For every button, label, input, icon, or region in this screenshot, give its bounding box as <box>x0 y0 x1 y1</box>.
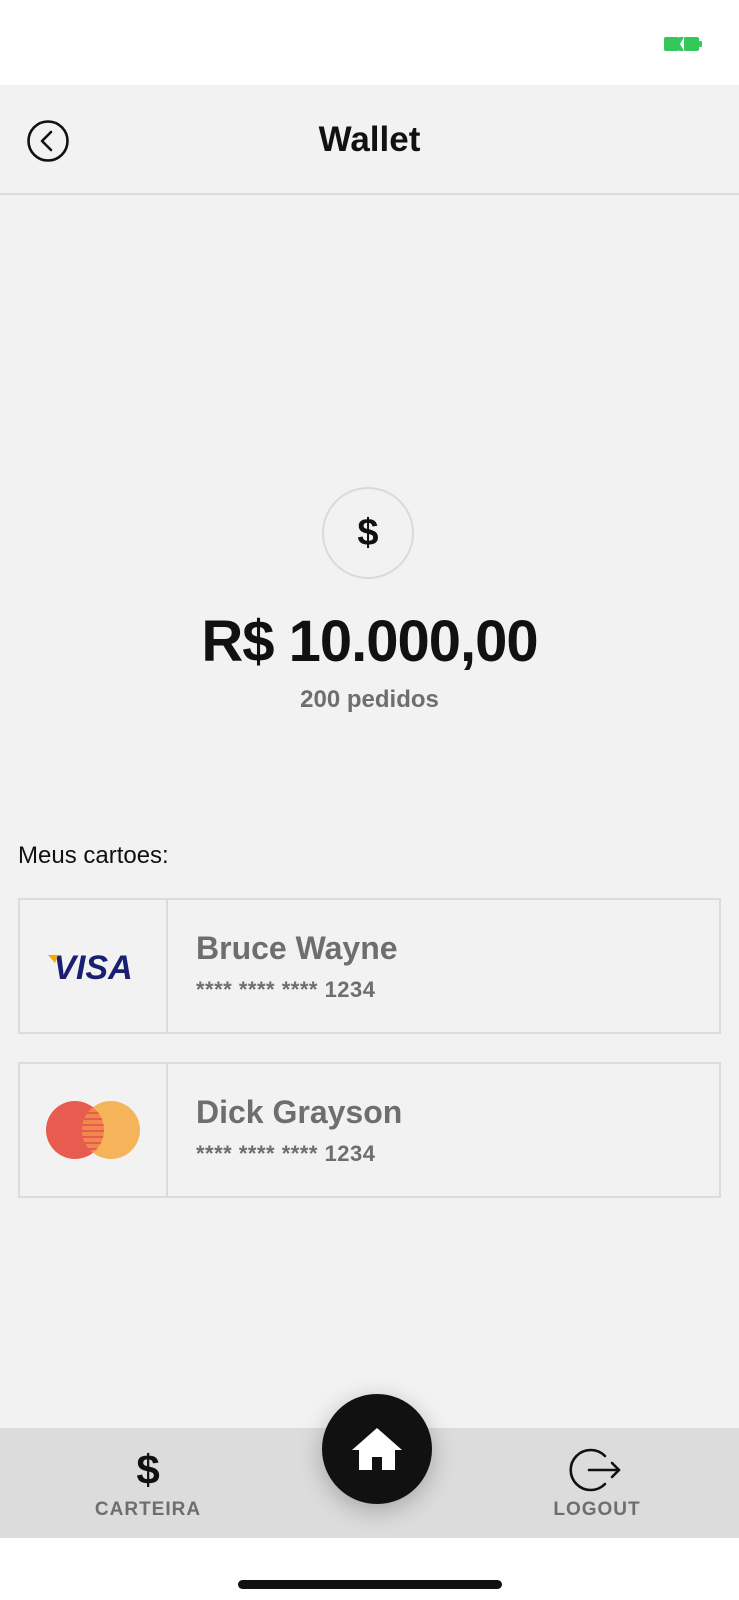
card-number: **** **** **** 1234 <box>196 1141 376 1166</box>
home-button[interactable] <box>322 1394 432 1504</box>
header: Wallet <box>0 85 739 195</box>
visa-logo-icon: VISA <box>48 949 133 983</box>
svg-text:VISA: VISA <box>53 949 132 983</box>
nav-wallet-label: CARTEIRA <box>94 1499 202 1520</box>
orders-count: 200 pedidos <box>300 686 439 713</box>
card-number: **** **** **** 1234 <box>196 977 376 1002</box>
card-holder-name: Dick Grayson <box>196 1094 403 1130</box>
nav-logout-button[interactable]: LOGOUT <box>497 1428 697 1538</box>
card-item-dick-grayson[interactable]: Dick Grayson **** **** **** 1234 <box>18 1062 721 1198</box>
home-indicator[interactable] <box>238 1580 502 1589</box>
home-indicator-area <box>0 1538 739 1600</box>
card-logo: VISA <box>20 900 168 1032</box>
cards-section-label: Meus cartoes: <box>18 842 169 869</box>
nav-icon-slot: $ <box>48 1448 248 1492</box>
nav-icon-slot <box>497 1448 697 1492</box>
dollar-icon: $ <box>322 487 414 579</box>
nav-wallet-button[interactable]: $ CARTEIRA <box>48 1428 248 1538</box>
logout-icon <box>569 1448 621 1492</box>
page-title: Wallet <box>318 120 421 159</box>
card-holder-name: Bruce Wayne <box>196 930 398 966</box>
mastercard-logo-icon <box>46 1101 140 1159</box>
battery-icon <box>664 37 702 51</box>
balance-amount: R$ 10.000,00 <box>201 609 538 674</box>
home-icon <box>352 1428 402 1470</box>
status-bar <box>0 0 739 85</box>
nav-logout-label: LOGOUT <box>553 1499 641 1520</box>
dollar-icon: $ <box>136 1446 160 1493</box>
card-item-bruce-wayne[interactable]: VISA Bruce Wayne **** **** **** 1234 <box>18 898 721 1034</box>
card-logo <box>20 1064 168 1196</box>
